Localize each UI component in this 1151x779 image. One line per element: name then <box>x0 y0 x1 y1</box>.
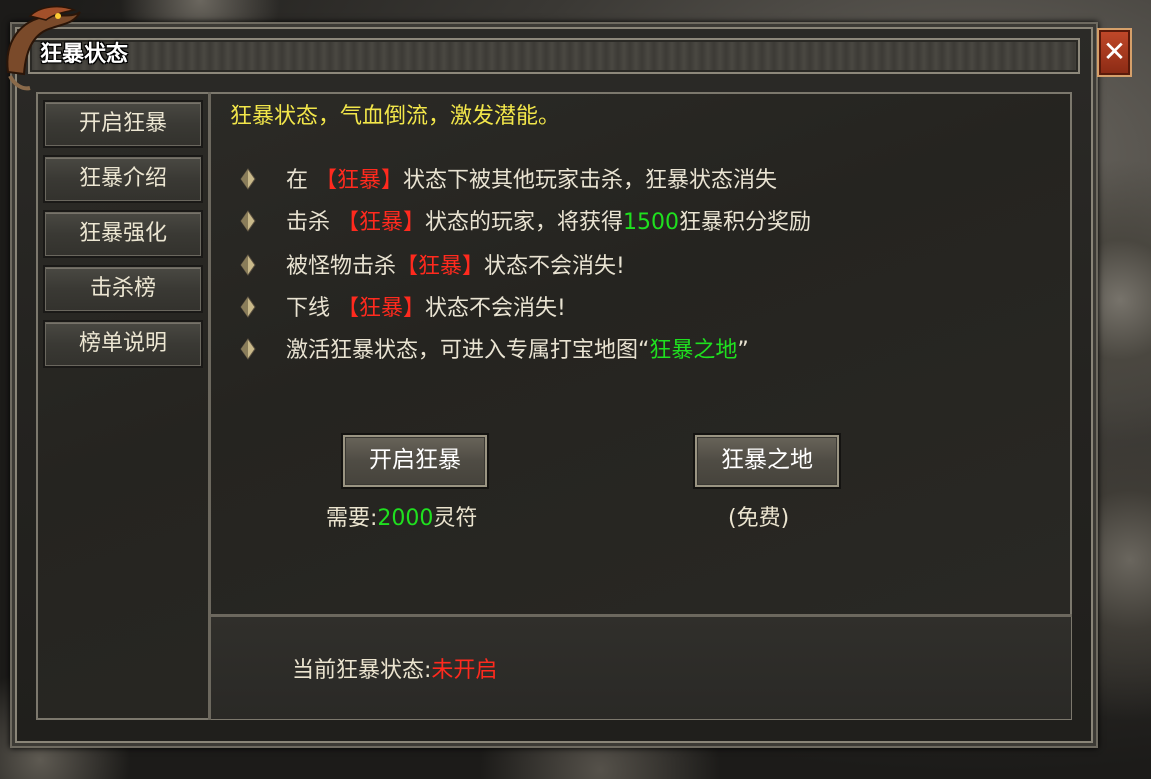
rule-text: 被怪物击杀 <box>286 254 397 279</box>
current-status: 当前狂暴状态:未开启 <box>292 652 497 684</box>
rule-text: 下线 <box>286 296 337 321</box>
diamond-bullet-icon <box>240 296 256 318</box>
berserk-tag: 【狂暴】 <box>337 210 426 235</box>
sidebar-item-ranking-info[interactable]: 榜单说明 <box>43 320 203 368</box>
window-title: 狂暴状态 <box>40 42 129 67</box>
berserk-tag: 【狂暴】 <box>396 254 485 279</box>
rule-text: 击杀 <box>286 210 337 235</box>
rule-item: 激活狂暴状态，可进入专属打宝地图“狂暴之地” <box>240 336 749 366</box>
rule-text: ” <box>737 338 749 363</box>
sidebar-item-kill-ranking[interactable]: 击杀榜 <box>43 265 203 313</box>
rule-text: 状态下被其他玩家击杀，狂暴状态消失 <box>403 168 778 193</box>
activate-cost: 需要:2000灵符 <box>326 500 477 532</box>
rule-text: 状态不会消失! <box>484 254 625 279</box>
activate-berserk-button[interactable]: 开启狂暴 <box>341 433 489 489</box>
points-value: 1500 <box>623 210 680 235</box>
berserk-land-button[interactable]: 狂暴之地 <box>693 433 841 489</box>
map-name: 狂暴之地 <box>649 338 738 363</box>
rule-text: 状态的玩家，将获得 <box>425 210 624 235</box>
rule-item: 在 【狂暴】状态下被其他玩家击杀，狂暴状态消失 <box>240 166 777 196</box>
cost-value: 2000 <box>377 506 434 531</box>
title-bar[interactable] <box>28 38 1080 74</box>
content-divider <box>210 614 1072 617</box>
sidebar-item-berserk-intro[interactable]: 狂暴介绍 <box>43 155 203 203</box>
diamond-bullet-icon <box>240 338 256 360</box>
berserk-land-note: (免费) <box>728 506 790 531</box>
cost-prefix: 需要: <box>326 506 378 531</box>
diamond-bullet-icon <box>240 254 256 276</box>
sidebar-item-berserk-enhance[interactable]: 狂暴强化 <box>43 210 203 258</box>
status-value: 未开启 <box>431 658 498 683</box>
rule-text: 状态不会消失! <box>425 296 566 321</box>
rule-text: 狂暴积分奖励 <box>679 210 812 235</box>
close-button[interactable]: ✕ <box>1097 28 1132 77</box>
intro-text: 狂暴状态，气血倒流，激发潜能。 <box>230 104 561 129</box>
diamond-bullet-icon <box>240 168 256 190</box>
berserk-tag: 【狂暴】 <box>315 168 404 193</box>
rule-item: 下线 【狂暴】状态不会消失! <box>240 294 566 324</box>
diamond-bullet-icon <box>240 210 256 232</box>
cost-suffix: 灵符 <box>433 506 478 531</box>
rule-text: 激活狂暴状态，可进入专属打宝地图“ <box>286 338 650 363</box>
berserk-tag: 【狂暴】 <box>337 296 426 321</box>
rule-item: 击杀 【狂暴】状态的玩家，将获得1500狂暴积分奖励 <box>240 208 811 238</box>
status-label: 当前狂暴状态: <box>292 658 432 683</box>
sidebar-item-activate-berserk[interactable]: 开启狂暴 <box>43 100 203 148</box>
rule-text: 在 <box>286 168 315 193</box>
rule-item: 被怪物击杀【狂暴】状态不会消失! <box>240 252 625 282</box>
